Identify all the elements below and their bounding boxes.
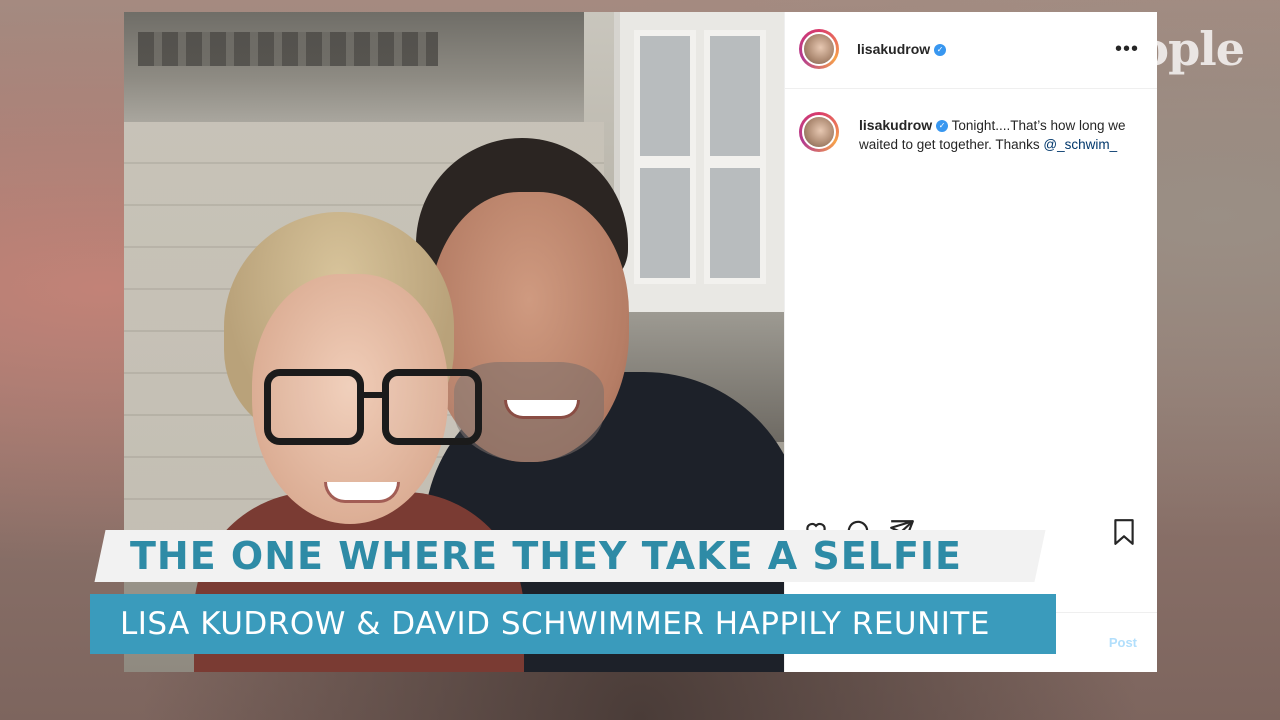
range-hood	[124, 12, 584, 122]
post-header: lisakudrow ✓ •••	[785, 12, 1157, 89]
mention-link[interactable]: @_schwim_	[1043, 137, 1117, 152]
avatar[interactable]	[799, 29, 839, 69]
caption-username-link[interactable]: lisakudrow	[859, 117, 932, 133]
woman-smile	[324, 482, 400, 503]
bookmark-icon[interactable]	[1111, 518, 1137, 546]
glasses-bridge	[357, 392, 387, 398]
header-user: lisakudrow ✓	[857, 41, 947, 59]
username-link[interactable]: lisakudrow	[857, 41, 930, 57]
kitchen-cabinet	[614, 12, 784, 312]
post-caption: lisakudrow ✓ Tonight....That’s how long w…	[859, 116, 1144, 154]
man-smile	[504, 400, 580, 419]
verified-badge-icon: ✓	[936, 120, 949, 133]
caption-avatar[interactable]	[799, 112, 839, 152]
subheadline-text: LISA KUDROW & DAVID SCHWIMMER HAPPILY RE…	[120, 606, 990, 642]
verified-badge-icon: ✓	[934, 43, 947, 56]
post-button[interactable]: Post	[1109, 635, 1137, 650]
glasses-left-lens	[264, 369, 364, 445]
glasses-right-lens	[382, 369, 482, 445]
more-options-icon[interactable]: •••	[1115, 38, 1139, 61]
headline-text: THE ONE WHERE THEY TAKE A SELFIE	[130, 534, 963, 578]
